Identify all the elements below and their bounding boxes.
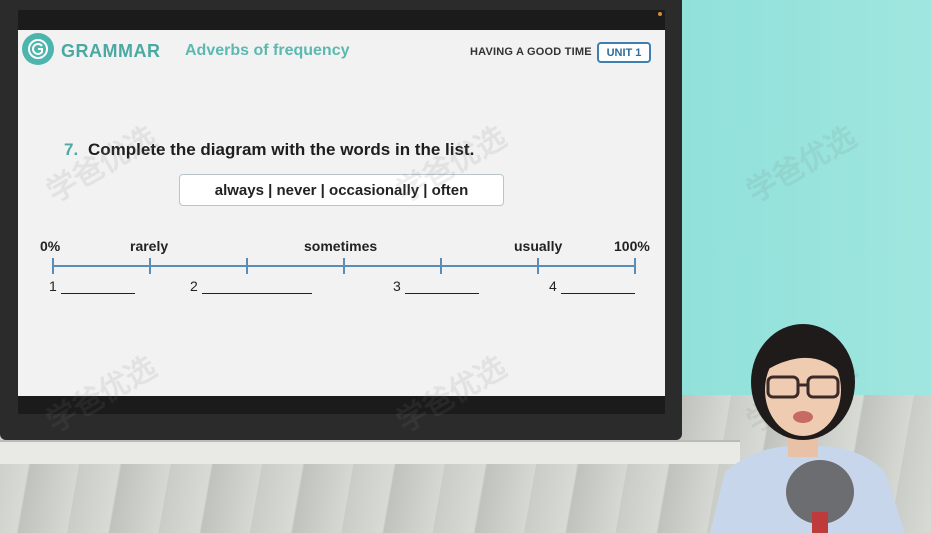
word-list-box: always | never | occasionally | often xyxy=(179,174,504,206)
scale-tick xyxy=(246,258,248,274)
blank-number: 4 xyxy=(549,278,557,294)
exercise-instruction: Complete the diagram with the words in t… xyxy=(88,140,475,159)
answer-blank-1[interactable]: 1 xyxy=(49,278,135,294)
scale-label-usually: usually xyxy=(514,238,563,254)
blank-number: 3 xyxy=(393,278,401,294)
blank-number: 2 xyxy=(190,278,198,294)
scale-tick xyxy=(343,258,345,274)
scale-tick xyxy=(537,258,539,274)
answer-blank-4[interactable]: 4 xyxy=(549,278,635,294)
scale-tick xyxy=(634,258,636,274)
scale-label-100: 100% xyxy=(614,238,650,254)
scale-label-0: 0% xyxy=(40,238,61,254)
slide-screen xyxy=(18,30,665,396)
presenter-video xyxy=(710,324,905,533)
blank-line xyxy=(60,279,135,294)
blank-line xyxy=(201,279,312,294)
blank-line xyxy=(560,279,635,294)
scale-tick xyxy=(440,258,442,274)
scale-label-rarely: rarely xyxy=(130,238,169,254)
unit-badge: UNIT 1 xyxy=(597,42,651,63)
scale-tick xyxy=(149,258,151,274)
lesson-title: HAVING A GOOD TIME xyxy=(470,46,592,58)
grammar-logo-icon xyxy=(22,33,54,65)
screen-bottom-bar xyxy=(18,396,665,414)
table-edge xyxy=(0,440,740,464)
topic-title: Adverbs of frequency xyxy=(185,42,350,59)
blank-line xyxy=(404,279,479,294)
scale-label-sometimes: sometimes xyxy=(304,238,378,254)
camera-indicator-icon xyxy=(658,12,662,16)
screen-top-bar xyxy=(18,10,665,30)
microphone-handle xyxy=(812,512,828,533)
exercise-number: 7. xyxy=(64,140,79,159)
scale-tick xyxy=(52,258,54,274)
answer-blank-3[interactable]: 3 xyxy=(393,278,479,294)
answer-blank-2[interactable]: 2 xyxy=(190,278,312,294)
blank-number: 1 xyxy=(49,278,57,294)
presenter-mouth xyxy=(793,411,813,423)
section-title: GRAMMAR xyxy=(61,41,161,61)
